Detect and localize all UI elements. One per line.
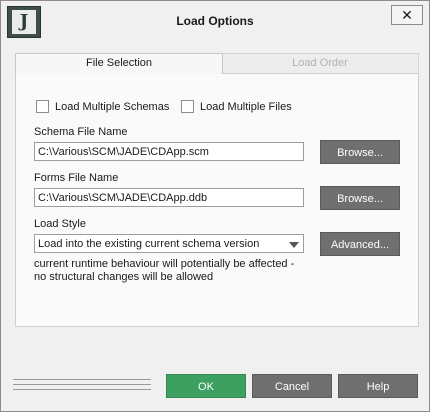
cancel-button[interactable]: Cancel [252, 374, 332, 398]
tab-bar: File Selection Load Order [15, 53, 419, 74]
footer-separator-lines [13, 379, 151, 394]
load-style-value: Load into the existing current schema ve… [38, 238, 260, 250]
separator-line [13, 384, 151, 385]
chevron-down-icon[interactable] [289, 242, 299, 248]
description-line-1: current runtime behaviour will potential… [34, 258, 295, 270]
title-bar[interactable]: J Load Options ✕ [1, 1, 429, 39]
separator-line [13, 379, 151, 380]
file-selection-panel: Load Multiple Schemas Load Multiple File… [15, 73, 419, 327]
forms-browse-button[interactable]: Browse... [320, 186, 400, 210]
load-multiple-schemas-label: Load Multiple Schemas [55, 100, 170, 113]
load-multiple-schemas-option[interactable]: Load Multiple Schemas [36, 100, 169, 113]
load-options-dialog: J Load Options ✕ File Selection Load Ord… [0, 0, 430, 412]
load-multiple-files-option[interactable]: Load Multiple Files [181, 100, 292, 113]
load-multiple-files-checkbox[interactable] [181, 100, 194, 113]
close-button[interactable]: ✕ [391, 5, 423, 25]
schema-browse-button[interactable]: Browse... [320, 140, 400, 164]
load-style-description: current runtime behaviour will potential… [34, 258, 324, 284]
description-line-2: no structural changes will be allowed [34, 271, 214, 283]
advanced-button[interactable]: Advanced... [320, 232, 400, 256]
close-icon: ✕ [401, 7, 413, 23]
ok-button[interactable]: OK [166, 374, 246, 398]
load-style-label: Load Style [34, 218, 86, 230]
forms-file-label: Forms File Name [34, 172, 119, 184]
dialog-title: Load Options [176, 14, 254, 28]
load-style-select[interactable]: Load into the existing current schema ve… [34, 234, 304, 253]
load-multiple-schemas-checkbox[interactable] [36, 100, 49, 113]
forms-file-input[interactable]: C:\Various\SCM\JADE\CDApp.ddb [34, 188, 304, 207]
load-multiple-files-label: Load Multiple Files [200, 100, 292, 113]
help-button[interactable]: Help [338, 374, 418, 398]
schema-file-label: Schema File Name [34, 126, 128, 138]
tab-load-order[interactable]: Load Order [221, 53, 419, 73]
tab-file-selection[interactable]: File Selection [15, 53, 223, 74]
schema-file-input[interactable]: C:\Various\SCM\JADE\CDApp.scm [34, 142, 304, 161]
separator-line [13, 389, 151, 390]
